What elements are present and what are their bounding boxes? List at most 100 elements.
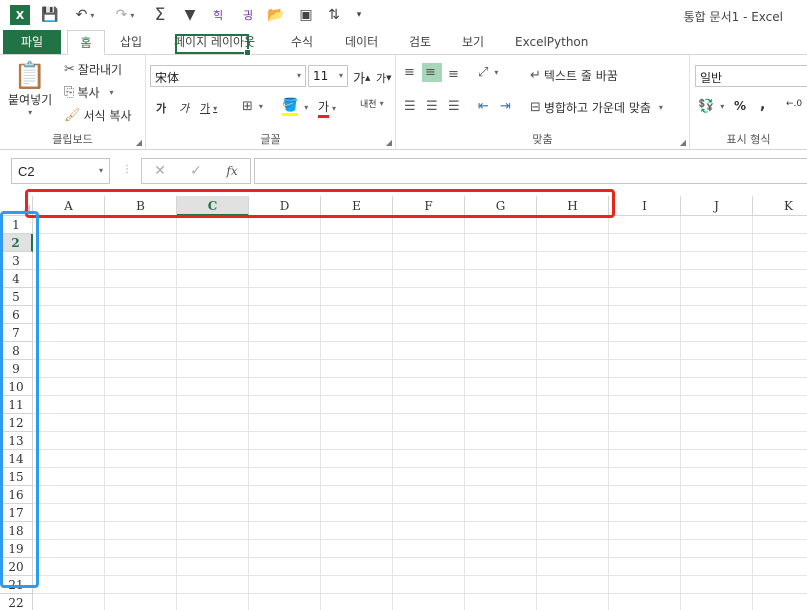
formula-buttons: ✕ ✓ fx [141, 158, 251, 184]
increase-decimal-icon: ←.0 [786, 99, 803, 109]
align-center-button[interactable]: ☰ [426, 99, 441, 114]
clipboard-icon: 📋 [13, 61, 47, 91]
worksheet-grid[interactable]: ABCDEFGHIJK 1 2 3 4 5 6 7 8 9 10 11 12 13 14 15 16 17 18 1… [0, 196, 807, 610]
sort-ascending-icon[interactable]: 힉 [208, 5, 228, 25]
cancel-icon[interactable]: ✕ [142, 163, 178, 179]
paste-label: 붙여넣기 [8, 93, 53, 107]
clipboard-group: 📋 붙여넣기 ▾ ✂ 잘라내기 ⎘ 복사 ▾ 🖌 서식 복사 클립보드 ◢ [0, 55, 146, 150]
title-bar: X 💾 ↶ ▾ ↷ ▾ Σ ▼ 힉 긩 📂 ▣ ⇅ ▾ 통합 문서1 - Excel [0, 0, 807, 30]
save-icon[interactable]: 💾 [40, 5, 60, 25]
cut-button[interactable]: ✂ 잘라내기 [64, 61, 122, 78]
align-top-icon: ≡ [404, 65, 415, 80]
tab-insert[interactable]: 삽입 [116, 30, 146, 55]
clipboard-launcher-icon[interactable]: ◢ [136, 138, 142, 147]
sort-descending-icon[interactable]: 긩 [238, 5, 258, 25]
align-left-icon: ☰ [404, 99, 416, 114]
font-name-value: 宋体 [155, 71, 180, 85]
underline-button[interactable]: 가 ▾ [200, 100, 217, 116]
accounting-format-button[interactable]: 💱 ▾ [698, 99, 724, 114]
tab-data[interactable]: 데이터 [341, 30, 382, 55]
column-header-k[interactable]: K [753, 196, 807, 216]
merge-center-button[interactable]: ⊟ 병합하고 가운데 맞춤 ▾ [530, 99, 663, 116]
copy-icon: ⎘ [64, 85, 75, 100]
alignment-launcher-icon[interactable]: ◢ [680, 138, 686, 147]
increase-indent-icon: ⇥ [500, 99, 511, 114]
align-top-button[interactable]: ≡ [404, 65, 418, 80]
increase-font-button[interactable]: 가 ▲ [353, 68, 370, 87]
formula-bar: C2 ▾ ⋮ ✕ ✓ fx [0, 150, 807, 192]
active-cell[interactable] [175, 34, 251, 56]
ribbon: 📋 붙여넣기 ▾ ✂ 잘라내기 ⎘ 복사 ▾ 🖌 서식 복사 클립보드 ◢ 宋体 ▾ 11… [0, 54, 807, 150]
number-format-select[interactable]: 일반 [695, 65, 807, 87]
font-launcher-icon[interactable]: ◢ [386, 138, 392, 147]
cell-area[interactable] [33, 216, 807, 610]
align-middle-icon: ≡ [425, 65, 436, 80]
wrap-text-button[interactable]: ↵ 텍스트 줄 바꿈 [530, 67, 618, 84]
align-bottom-icon: ≡ [448, 67, 459, 82]
tab-formulas[interactable]: 수식 [287, 30, 317, 55]
screenshot-icon[interactable]: ▣ [296, 5, 316, 25]
format-painter-label: 서식 복사 [83, 109, 132, 123]
format-painter-icon: 🖌 [64, 108, 81, 123]
scissors-icon: ✂ [64, 62, 75, 77]
align-bottom-button[interactable]: ≡ [448, 67, 462, 82]
column-header-i[interactable]: I [609, 196, 681, 216]
row-header-highlight [0, 211, 39, 588]
row-header-22[interactable]: 22 [0, 594, 33, 610]
enter-icon[interactable]: ✓ [178, 163, 214, 179]
decrease-indent-icon: ⇤ [478, 99, 489, 114]
font-name-select[interactable]: 宋体 ▾ [150, 65, 306, 87]
number-group: 일반 💱 ▾ % , ←.0 표시 형식 [690, 55, 807, 150]
increase-decimal-button[interactable]: ←.0 [786, 99, 802, 109]
tab-home[interactable]: 홈 [67, 30, 105, 55]
align-left-button[interactable]: ☰ [404, 99, 419, 114]
filter-icon[interactable]: ▼ [180, 5, 200, 25]
orientation-button[interactable]: ⤢ ▾ [478, 65, 498, 80]
decrease-indent-button[interactable]: ⇤ [478, 99, 492, 114]
name-box-value: C2 [18, 164, 35, 179]
fill-color-button[interactable]: 🪣 ▾ [282, 98, 308, 116]
insert-function-icon[interactable]: fx [214, 164, 250, 178]
tab-file[interactable]: 파일 [3, 30, 61, 55]
column-header-j[interactable]: J [681, 196, 753, 216]
ribbon-tabs: 파일 홈 삽입 페이지 레이아웃 수식 데이터 검토 보기 ExcelPytho… [0, 28, 807, 55]
number-group-label: 표시 형식 [726, 133, 771, 146]
phonetic-button[interactable]: 내천 ▾ [360, 97, 384, 110]
font-group: 宋体 ▾ 11 ▾ 가 ▲ 가 ▼ 가 가 가 ▾ ⊞ ▾ 🪣 ▾ 가 ▾ 내천 ▾ 글꼴 ◢ [146, 55, 396, 150]
borders-icon: ⊞ [242, 99, 253, 114]
comma-button[interactable]: , [760, 97, 765, 113]
merge-label: 병합하고 가운데 맞춤 [543, 101, 651, 115]
window-title: 통합 문서1 - Excel [683, 10, 783, 24]
autosum-icon[interactable]: Σ [150, 5, 170, 25]
italic-button[interactable]: 가 [179, 100, 189, 116]
decrease-font-button[interactable]: 가 ▼ [376, 70, 392, 86]
bold-button[interactable]: 가 [156, 100, 166, 116]
open-folder-icon[interactable]: 📂 [266, 5, 286, 25]
copy-button[interactable]: ⎘ 복사 ▾ [64, 84, 114, 101]
name-box[interactable]: C2 ▾ [11, 158, 110, 184]
font-size-value: 11 [313, 69, 329, 83]
undo-icon[interactable]: ↶ ▾ [70, 5, 100, 25]
percent-button[interactable]: % [734, 99, 746, 113]
borders-button[interactable]: ⊞ ▾ [242, 99, 263, 114]
align-middle-button[interactable]: ≡ [422, 63, 442, 82]
font-size-select[interactable]: 11 ▾ [308, 65, 348, 87]
formula-input[interactable] [254, 158, 807, 184]
increase-indent-button[interactable]: ⇥ [500, 99, 514, 114]
customize-qat-icon[interactable]: ▾ [352, 5, 366, 25]
number-format-value: 일반 [700, 71, 723, 85]
font-color-button[interactable]: 가 ▾ [318, 98, 336, 118]
redo-icon[interactable]: ↷ ▾ [110, 5, 140, 25]
align-center-icon: ☰ [426, 99, 438, 114]
tab-review[interactable]: 검토 [405, 30, 435, 55]
font-group-label: 글꼴 [260, 133, 281, 146]
paste-button[interactable]: 📋 붙여넣기 ▾ [8, 61, 52, 117]
tab-excelpython[interactable]: ExcelPython [511, 30, 592, 55]
tab-view[interactable]: 보기 [458, 30, 488, 55]
format-painter-button[interactable]: 🖌 서식 복사 [64, 107, 132, 124]
align-right-icon: ☰ [448, 99, 460, 114]
align-right-button[interactable]: ☰ [448, 99, 463, 114]
column-header-highlight [25, 189, 615, 218]
sort-icon[interactable]: ⇅ [324, 5, 344, 25]
alignment-group-label: 맞춤 [532, 133, 553, 146]
